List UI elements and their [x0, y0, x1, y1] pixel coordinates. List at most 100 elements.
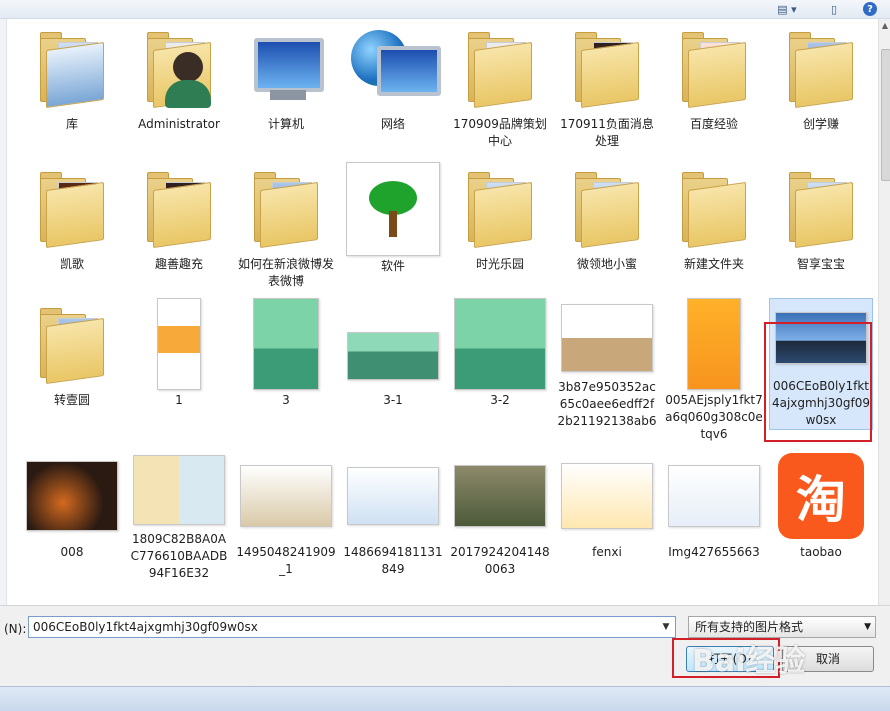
file-label: 3-1: [383, 393, 403, 407]
file-item[interactable]: 170911负面消息处理: [555, 22, 659, 154]
file-label: 微领地小蜜: [576, 257, 637, 271]
file-item[interactable]: 时光乐园: [448, 162, 552, 294]
file-item[interactable]: 3: [234, 298, 338, 430]
folder-icon: [561, 162, 653, 254]
file-item[interactable]: 网络: [341, 22, 445, 154]
file-item[interactable]: fenxi: [555, 450, 659, 582]
image-thumbnail: [347, 450, 439, 542]
file-label: 170909品牌策划中心: [453, 117, 547, 148]
file-label: 3b87e950352ac65c0aee6edff2f2b21192138ab6: [557, 380, 657, 428]
file-item[interactable]: 库: [20, 22, 124, 154]
filename-value: 006CEoB0ly1fkt4ajxgmhj30gf09w0sx: [33, 620, 258, 634]
folder-icon: [561, 22, 653, 114]
image-thumbnail: [26, 450, 118, 542]
filename-label: (N):: [4, 622, 27, 636]
file-label: 006CEoB0ly1fkt4ajxgmhj30gf09w0sx: [771, 379, 871, 427]
folder-icon: [454, 22, 546, 114]
file-item[interactable]: 转壹圆: [20, 298, 124, 430]
vertical-scrollbar[interactable]: ▲: [878, 19, 890, 605]
file-label: Img427655663: [668, 545, 760, 559]
folder-icon: [240, 162, 332, 254]
image-thumbnail: [240, 298, 332, 390]
image-thumbnail: [775, 299, 867, 376]
file-label: taobao: [800, 545, 842, 559]
folder-icon: [668, 162, 760, 254]
file-label: fenxi: [592, 545, 622, 559]
file-item[interactable]: 1809C82B8A0AC776610BAADB94F16E32: [127, 450, 231, 582]
file-label: 1495048241909_1: [236, 545, 336, 576]
view-options-icon[interactable]: ▤ ▾: [772, 1, 802, 17]
status-bar: [0, 686, 890, 711]
file-item[interactable]: 智享宝宝: [769, 162, 873, 294]
file-item[interactable]: 170909品牌策划中心: [448, 22, 552, 154]
file-item[interactable]: 008: [20, 450, 124, 582]
chevron-down-icon: ▼: [864, 622, 871, 632]
chevron-down-icon[interactable]: ▼: [657, 617, 675, 637]
file-item[interactable]: 3-2: [448, 298, 552, 430]
file-label: 创学赚: [802, 117, 839, 131]
file-item[interactable]: 1: [127, 298, 231, 430]
image-thumbnail: [561, 450, 653, 542]
network-icon: [347, 22, 441, 114]
file-item[interactable]: 1486694181131849: [341, 450, 445, 582]
watermark: Bai经验: [692, 644, 806, 679]
file-label: 3-2: [490, 393, 510, 407]
image-thumbnail: [561, 298, 653, 377]
image-thumbnail: [454, 450, 546, 542]
file-label: 软件: [380, 259, 405, 273]
taobao-thumbnail: 淘: [775, 450, 867, 542]
file-label: 库: [65, 117, 78, 131]
image-thumbnail: [668, 298, 760, 390]
file-item-selected[interactable]: 006CEoB0ly1fkt4ajxgmhj30gf09w0sx: [769, 298, 873, 430]
folder-icon: [26, 298, 118, 390]
file-item[interactable]: 凯歌: [20, 162, 124, 294]
filename-input[interactable]: 006CEoB0ly1fkt4ajxgmhj30gf09w0sx ▼: [28, 616, 676, 638]
file-grid: 库 Administrator 计算机 网络 170909品牌策划中心 1709…: [18, 22, 876, 604]
file-item[interactable]: 新建文件夹: [662, 162, 766, 294]
file-item[interactable]: 趣善趣充: [127, 162, 231, 294]
file-item[interactable]: 计算机: [234, 22, 338, 154]
file-item[interactable]: 如何在新浪微博发表微博: [234, 162, 338, 294]
toolbar: ▤ ▾ ▯ ?: [0, 0, 890, 19]
file-item[interactable]: 005AEjsply1fkt7a6q060g308c0etqv6: [662, 298, 766, 441]
file-label: 1: [175, 393, 183, 407]
file-label: 计算机: [267, 117, 304, 131]
file-item[interactable]: 百度经验: [662, 22, 766, 154]
file-label: 百度经验: [689, 117, 738, 131]
file-item[interactable]: Administrator: [127, 22, 231, 154]
file-item[interactable]: Img427655663: [662, 450, 766, 582]
file-item[interactable]: 软件: [341, 162, 445, 294]
scroll-thumb[interactable]: [881, 49, 890, 181]
file-item[interactable]: 创学赚: [769, 22, 873, 154]
file-item[interactable]: 20179242041480063: [448, 450, 552, 582]
preview-pane-icon[interactable]: ▯: [824, 1, 844, 17]
tree-image-thumbnail: [346, 162, 440, 256]
library-icon: [26, 22, 118, 114]
image-thumbnail: [347, 298, 439, 390]
help-icon: ?: [863, 2, 877, 16]
file-item[interactable]: 淘 taobao: [769, 450, 873, 582]
help-button[interactable]: ?: [862, 1, 878, 17]
file-type-select[interactable]: 所有支持的图片格式 ▼: [688, 616, 876, 638]
navigation-pane-edge: [0, 19, 7, 605]
image-thumbnail: [133, 298, 225, 390]
file-type-value: 所有支持的图片格式: [695, 620, 804, 634]
file-label: 趣善趣充: [154, 257, 203, 271]
file-item[interactable]: 3b87e950352ac65c0aee6edff2f2b21192138ab6: [555, 298, 659, 430]
file-label: 20179242041480063: [450, 545, 550, 576]
file-item[interactable]: 1495048241909_1: [234, 450, 338, 582]
image-thumbnail: [133, 450, 225, 529]
file-label: 005AEjsply1fkt7a6q060g308c0etqv6: [665, 393, 763, 441]
image-thumbnail: [240, 450, 332, 542]
file-label: 008: [60, 545, 84, 559]
taobao-logo: 淘: [778, 453, 864, 539]
file-label: 新建文件夹: [683, 257, 744, 271]
file-item[interactable]: 微领地小蜜: [555, 162, 659, 294]
file-label: 网络: [380, 117, 405, 131]
scroll-up-arrow-icon[interactable]: ▲: [879, 19, 890, 33]
file-item[interactable]: 3-1: [341, 298, 445, 430]
folder-icon: [133, 162, 225, 254]
file-label: 3: [282, 393, 290, 407]
user-folder-icon: [133, 22, 225, 114]
folder-icon: [454, 162, 546, 254]
